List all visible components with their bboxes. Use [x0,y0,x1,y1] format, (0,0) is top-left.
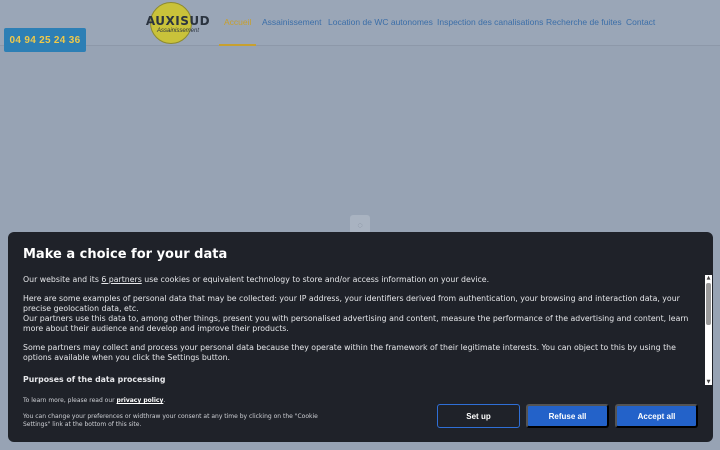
consent-scrollbar[interactable]: ▲ ▼ [705,275,712,385]
learn-more-text: To learn more, please read our privacy p… [23,397,165,404]
nav-item-accueil[interactable]: Accueil [224,17,251,27]
phone-button[interactable]: 04 94 25 24 36 [4,28,86,52]
logo-name: AUXISUD [145,14,211,28]
consent-body[interactable]: Our website and its 6 partners use cooki… [23,275,693,385]
nav-item-inspection[interactable]: Inspection des canalisations [437,17,543,27]
intro-prefix: Our website and its [23,275,102,284]
intro-suffix: use cookies or equivalent technology to … [141,275,490,284]
consent-examples: Here are some examples of personal data … [23,294,680,313]
consent-intro: Our website and its 6 partners use cooki… [23,275,693,285]
accept-all-button[interactable]: Accept all [615,404,698,428]
refuse-all-button[interactable]: Refuse all [526,404,609,428]
learn-more-prefix: To learn more, please read our [23,397,117,404]
set-up-button[interactable]: Set up [437,404,520,428]
consent-legitimate-interest: Some partners may collect and process yo… [23,343,676,362]
learn-more-suffix: . [163,397,166,404]
auxisud-logo[interactable]: AUXISUD Assainissement [138,2,218,44]
site-header: AUXISUD Assainissement Accueil Assainiss… [0,0,720,46]
nav-item-assainissement[interactable]: Assainissement [262,17,322,27]
nav-item-location-wc[interactable]: Location de WC autonomes [328,17,433,27]
nav-item-contact[interactable]: Contact [626,17,655,27]
cookie-consent-dialog: Make a choice for your data Our website … [8,232,713,442]
privacy-policy-link[interactable]: privacy policy [117,397,164,404]
scroll-up-icon[interactable]: ▲ [705,275,712,281]
nav-item-recherche-fuites[interactable]: Recherche de fuites [546,17,622,27]
active-nav-indicator [219,44,256,46]
change-preferences-text: You can change your preferences or width… [23,413,318,428]
scroll-down-icon[interactable]: ▼ [705,379,712,385]
scroll-thumb[interactable] [706,283,711,325]
consent-title: Make a choice for your data [23,247,228,262]
logo-tagline: Assainissement [156,28,200,34]
purposes-heading: Purposes of the data processing [23,375,166,384]
consent-partners-use: Our partners use this data to, among oth… [23,314,689,333]
partners-link[interactable]: 6 partners [101,275,141,284]
